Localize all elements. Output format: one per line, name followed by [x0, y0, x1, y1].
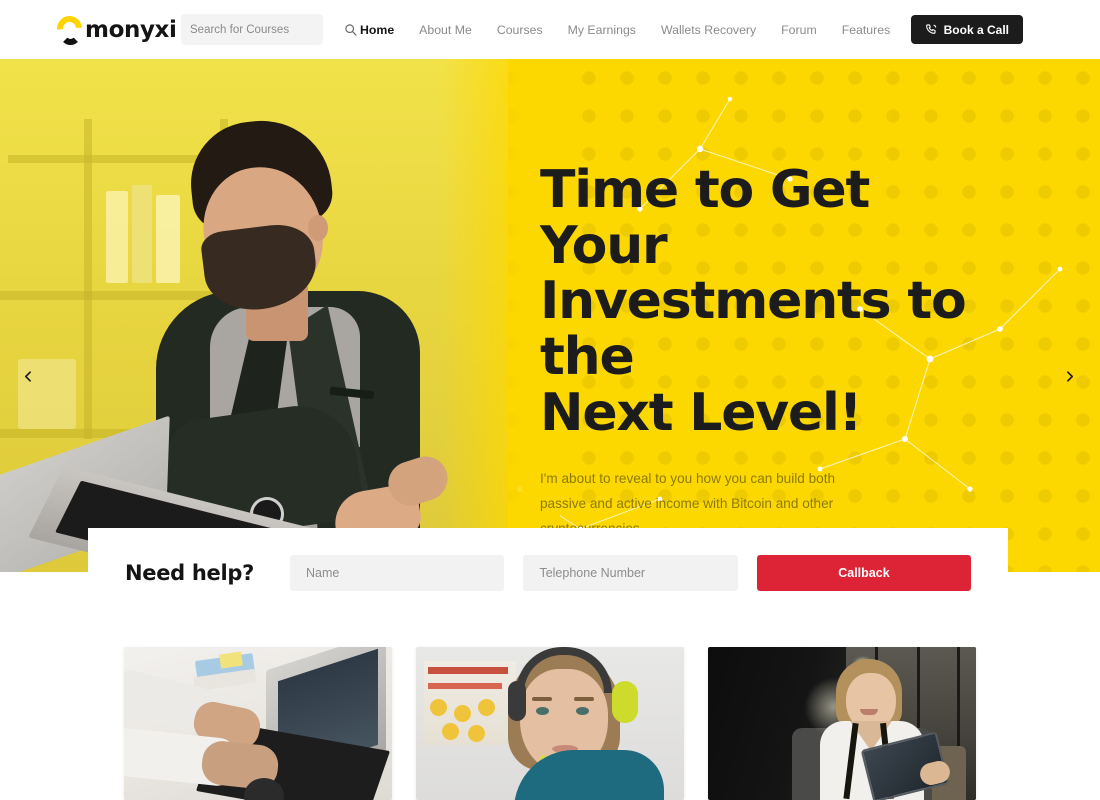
- card-hands-typing[interactable]: [124, 647, 392, 800]
- hero-banner: Time to Get Your Investments to the Next…: [0, 59, 1100, 572]
- callback-button[interactable]: Callback: [756, 555, 972, 591]
- brand-logo[interactable]: monyxi: [51, 10, 177, 47]
- nav-item-my-earnings[interactable]: My Earnings: [568, 23, 636, 37]
- c-arc-logo-icon: [51, 10, 88, 46]
- hero-photo: [0, 59, 508, 572]
- main-navigation: Home About Me Courses My Earnings Wallet…: [360, 0, 958, 59]
- nav-item-wallets-recovery[interactable]: Wallets Recovery: [661, 23, 756, 37]
- hero-copy: Time to Get Your Investments to the Next…: [540, 160, 1010, 541]
- nav-item-home[interactable]: Home: [360, 23, 394, 37]
- feature-card-row: [124, 647, 976, 800]
- hero-headline-line-2: Investments to the: [540, 271, 967, 387]
- chevron-right-icon: [1066, 370, 1073, 382]
- need-help-title: Need help?: [125, 561, 255, 585]
- nav-item-courses[interactable]: Courses: [497, 23, 543, 37]
- search-icon[interactable]: [344, 23, 357, 36]
- carousel-prev-button[interactable]: [17, 365, 39, 387]
- search-box[interactable]: [181, 14, 357, 45]
- card-woman-tablet[interactable]: [708, 647, 976, 800]
- carousel-next-button[interactable]: [1058, 365, 1080, 387]
- nav-item-about-me[interactable]: About Me: [419, 23, 472, 37]
- book-a-call-button[interactable]: Book a Call: [910, 15, 1023, 44]
- telephone-input[interactable]: [523, 555, 738, 591]
- nav-item-features[interactable]: Features: [842, 23, 891, 37]
- card-woman-headphones[interactable]: [416, 647, 684, 800]
- hero-headline-line-1: Time to Get Your: [540, 160, 870, 276]
- hero-headline-line-3: Next Level!: [540, 382, 862, 443]
- name-input[interactable]: [290, 555, 505, 591]
- search-input[interactable]: [190, 23, 344, 36]
- hero-headline: Time to Get Your Investments to the Next…: [540, 160, 1010, 443]
- phone-call-icon: [925, 24, 936, 34]
- brand-name: monyxi: [85, 16, 177, 43]
- site-header: monyxi Home About Me Courses My Earnings…: [0, 0, 1100, 59]
- nav-item-forum[interactable]: Forum: [781, 23, 817, 37]
- book-a-call-label: Book a Call: [943, 22, 1009, 37]
- need-help-form: Need help? Callback: [88, 528, 1008, 618]
- chevron-left-icon: [24, 370, 31, 382]
